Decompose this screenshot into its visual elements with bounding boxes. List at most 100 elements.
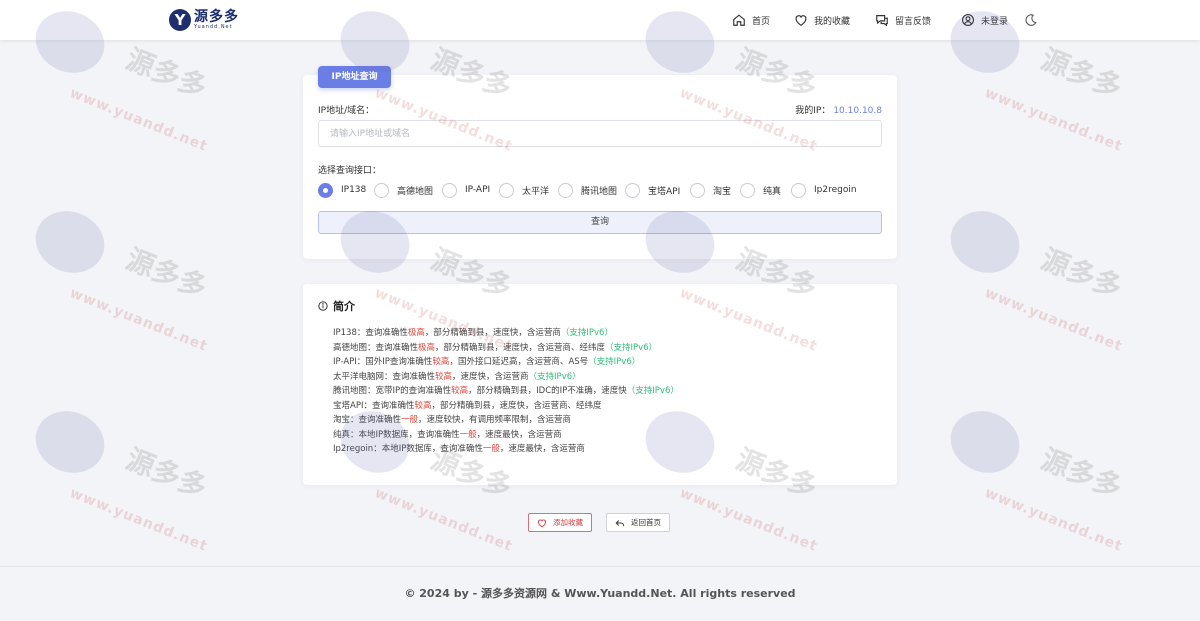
radio-taobao[interactable]: 淘宝 [690, 182, 731, 198]
nav-login[interactable]: 未登录 [961, 11, 1008, 29]
watermark-url: www.yuandd.net [982, 85, 1125, 155]
radio-dot [740, 182, 755, 198]
ip-query-card: IP地址查询 IP地址/域名： 我的IP：10.10.10.8 选择查询接口： … [303, 66, 897, 259]
ip-field-label: IP地址/域名： [318, 106, 375, 116]
message-icon [876, 15, 888, 27]
intro-line-text: IP138：查询准确性 [333, 328, 408, 338]
accuracy-level: 较高 [414, 400, 432, 411]
heart-icon [538, 519, 546, 527]
back-arrow-icon [615, 519, 625, 526]
ipv6-support-badge: （支持IPv6） [605, 342, 658, 353]
watermark-title: 源多多 [1036, 442, 1127, 505]
theme-toggle[interactable] [1024, 11, 1038, 29]
watermark-logo-icon [941, 201, 1029, 283]
intro-line-text: ，速度最快，含运营商 [499, 444, 585, 454]
watermark-title: 源多多 [121, 42, 212, 105]
home-icon [733, 14, 745, 26]
intro-line: 淘宝：查询准确性一般，速度较快，有调用频率限制，含运营商 [333, 413, 679, 428]
my-ip-value: 10.10.10.8 [833, 106, 882, 116]
watermark-url: www.yuandd.net [67, 285, 210, 355]
intro-line: 纯真：本地IP数据库，查询准确性一般，速度最快，含运营商 [333, 428, 679, 443]
radio-dot [791, 182, 806, 198]
logo-mark-icon [169, 8, 191, 31]
watermark-tile: 源多多www.yuandd.net [26, 401, 212, 555]
radio-label: 腾讯地图 [581, 186, 618, 197]
top-header: 源多多 Yuandd.Net 首页 我的收藏 留言反馈 未登录 [0, 0, 1200, 40]
radio-label: 高德地图 [397, 186, 434, 197]
watermark-title: 源多多 [1036, 42, 1127, 105]
query-button[interactable]: 查询 [318, 211, 882, 234]
my-ip-label: 我的IP： [795, 106, 831, 116]
intro-line-text: IP-API：国外IP查询准确性 [333, 357, 433, 367]
radio-dot [374, 182, 389, 198]
intro-line-text: ，速度最快，含运营商 [476, 429, 562, 440]
radio-label: IP-API [465, 185, 491, 195]
radio-label: IP138 [341, 185, 367, 195]
back-home-label: 返回首页 [631, 518, 661, 527]
watermark-url: www.yuandd.net [67, 85, 210, 155]
intro-line: IP138：查询准确性极高，部分精确到县，速度快，含运营商（支持IPv6） [333, 326, 679, 341]
intro-line-text: 高德地图：查询准确性 [333, 342, 419, 353]
site-logo[interactable]: 源多多 Yuandd.Net [169, 8, 239, 31]
intro-line-text: 宝塔API：查询准确性 [333, 400, 415, 411]
radio-baota-api[interactable]: 宝塔API [625, 182, 680, 198]
nav-feedback[interactable]: 留言反馈 [875, 11, 931, 29]
intro-title-text: 简介 [333, 300, 355, 313]
radio-dot [625, 182, 640, 198]
watermark-url: www.yuandd.net [67, 485, 210, 555]
ip-input[interactable] [318, 120, 882, 147]
intro-line-text: ，部分精确到县，速度快，含运营商、经纬度 [435, 342, 606, 353]
watermark-url: www.yuandd.net [982, 485, 1125, 555]
intro-title: 简介 [318, 298, 355, 314]
nav-favorites[interactable]: 我的收藏 [794, 11, 850, 29]
accuracy-level: 较高 [432, 357, 450, 367]
intro-line-text: ，部分精确到县，速度快，含运营商 [424, 328, 561, 338]
watermark-url: www.yuandd.net [982, 285, 1125, 355]
nav-favorites-label: 我的收藏 [814, 16, 851, 27]
watermark-logo-icon [941, 401, 1029, 483]
radio-tencent-map[interactable]: 腾讯地图 [558, 182, 617, 198]
accuracy-level: 较高 [435, 371, 453, 382]
intro-line-text: ，部分精确到县，IDC的IP不准确，速度快 [468, 386, 627, 396]
intro-line: 宝塔API：查询准确性较高，部分精确到县，速度快，含运营商、经纬度 [333, 399, 679, 414]
radio-cz88[interactable]: 纯真 [740, 182, 781, 198]
info-icon [318, 301, 328, 311]
ipv6-support-badge: （支持IPv6） [626, 386, 679, 396]
watermark-title: 源多多 [121, 242, 212, 305]
ipv6-support-badge: （支持IPv6） [588, 357, 641, 367]
intro-line: 腾讯地图：宽带IP的查询准确性较高，部分精确到县，IDC的IP不准确，速度快（支… [333, 384, 679, 399]
nav-feedback-label: 留言反馈 [895, 16, 932, 27]
watermark-title: 源多多 [1036, 242, 1127, 305]
radio-label: 纯真 [763, 186, 782, 197]
nav-home[interactable]: 首页 [732, 11, 770, 29]
watermark-tile: 源多多www.yuandd.net [941, 401, 1127, 555]
back-home-button[interactable]: 返回首页 [606, 513, 670, 532]
radio-amap[interactable]: 高德地图 [374, 182, 433, 198]
intro-card: 简介 IP138：查询准确性极高，部分精确到县，速度快，含运营商（支持IPv6）… [303, 284, 897, 485]
radio-ip138[interactable]: IP138 [318, 182, 366, 198]
radio-label: 淘宝 [713, 186, 732, 197]
watermark-tile: 源多多www.yuandd.net [26, 201, 212, 355]
footer: © 2024 by - 源多多资源网 & Www.Yuandd.Net. All… [0, 566, 1200, 621]
radio-dot [499, 182, 514, 198]
intro-line-text: ，速度较快，有调用频率限制，含运营商 [418, 415, 572, 425]
radio-ip-api[interactable]: IP-API [442, 182, 490, 198]
watermark-tile: 源多多www.yuandd.net [941, 201, 1127, 355]
ipv6-support-badge: （支持IPv6） [528, 371, 581, 382]
intro-line-text: ，速度快，含运营商 [452, 371, 529, 382]
moon-icon [1025, 14, 1037, 26]
radio-pconline[interactable]: 太平洋 [499, 182, 549, 198]
intro-list: IP138：查询准确性极高，部分精确到县，速度快，含运营商（支持IPv6） 高德地… [333, 326, 679, 457]
intro-line: IP-API：国外IP查询准确性较高，国外接口延迟高，含运营商、AS号（支持IP… [333, 355, 679, 370]
ipv6-support-badge: （支持IPv6） [560, 328, 613, 338]
radio-dot [442, 182, 457, 198]
add-favorite-button[interactable]: 添加收藏 [528, 513, 592, 532]
accuracy-level: 一般 [401, 415, 419, 425]
footer-copyright: © 2024 by - 源多多资源网 & Www.Yuandd.Net. All… [404, 587, 796, 600]
radio-ip2region[interactable]: Ip2regoin [791, 182, 857, 198]
intro-line-text: Ip2regoin：本地IP数据库，查询准确性 [333, 444, 483, 454]
radio-label: 宝塔API [648, 186, 681, 197]
intro-line: Ip2regoin：本地IP数据库，查询准确性一般，速度最快，含运营商 [333, 442, 679, 457]
tab-ip-query[interactable]: IP地址查询 [318, 66, 391, 88]
intro-line: 太平洋电脑网：查询准确性较高，速度快，含运营商（支持IPv6） [333, 370, 679, 385]
